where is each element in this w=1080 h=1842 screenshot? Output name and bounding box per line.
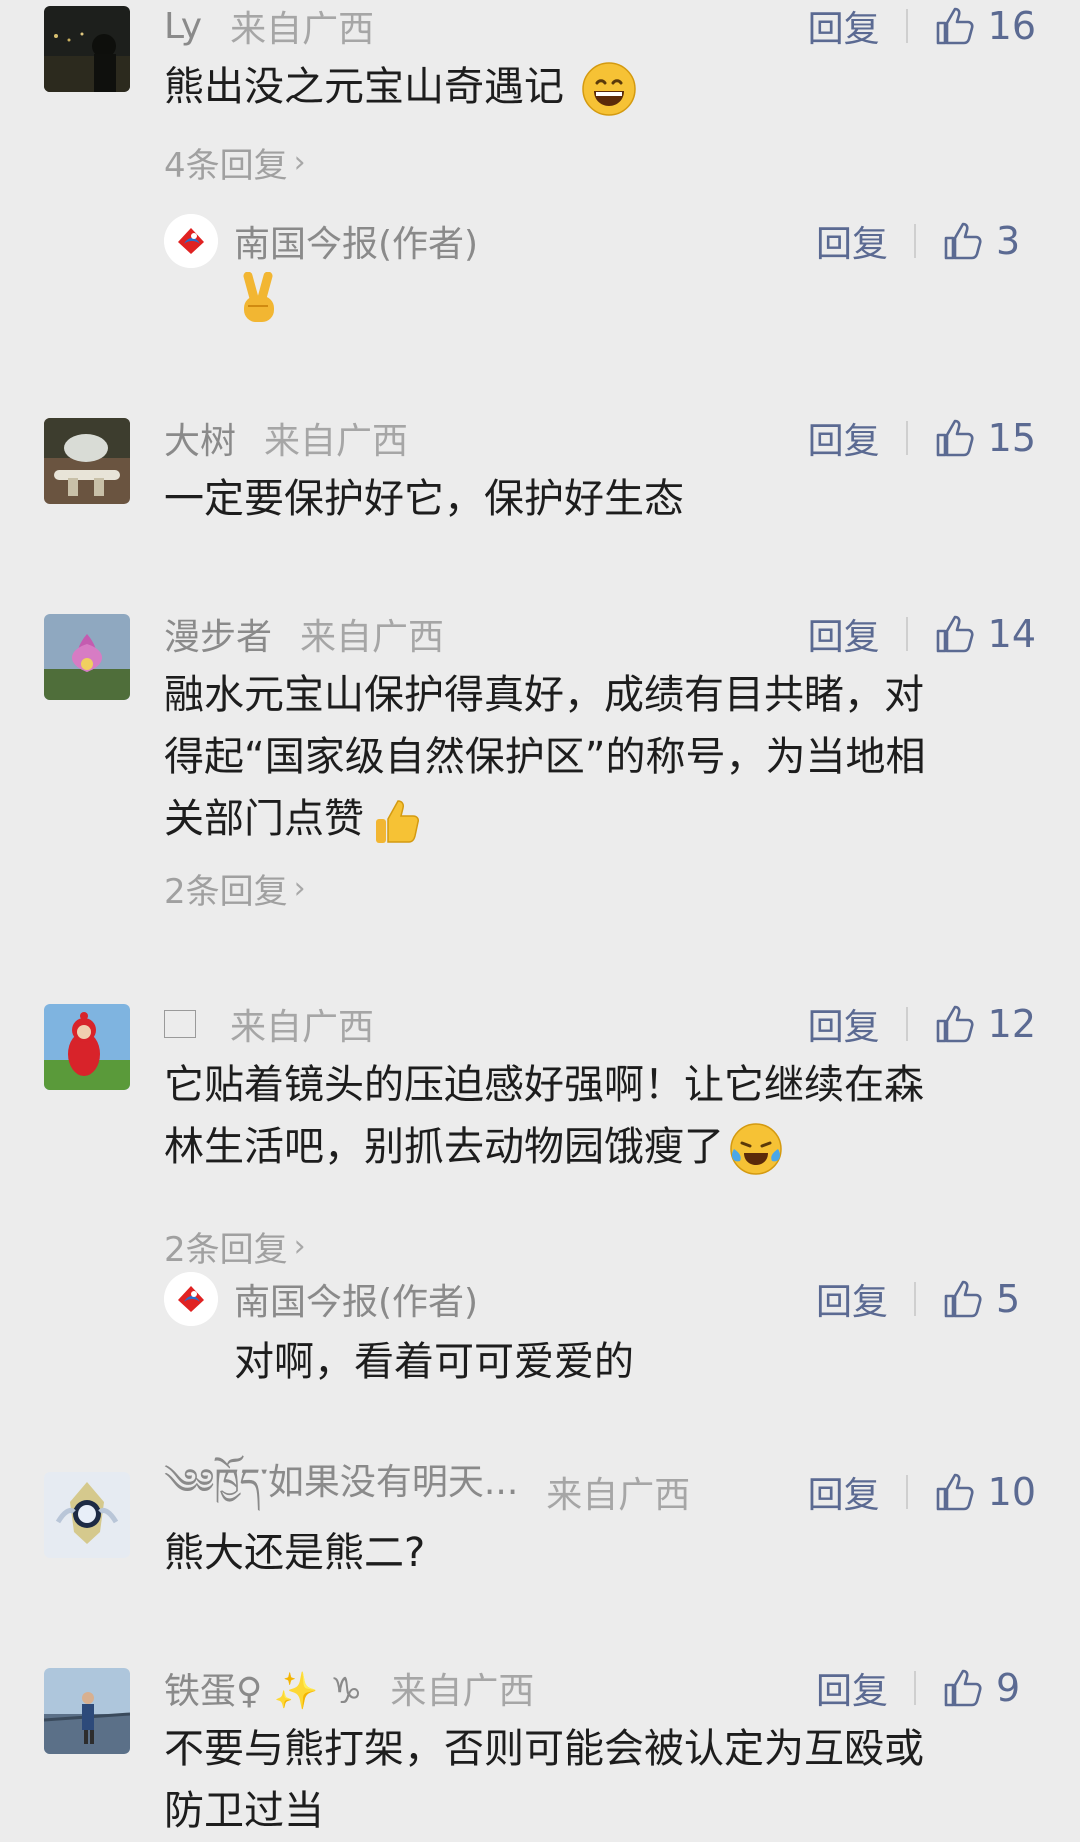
- thumbs-up-icon[interactable]: [942, 220, 984, 262]
- avatar[interactable]: [44, 1668, 130, 1754]
- thumbs-up-icon[interactable]: [934, 417, 976, 459]
- author-username[interactable]: 南国今报(作者): [234, 214, 478, 268]
- more-replies-link[interactable]: 2条回复 ›: [164, 864, 306, 913]
- author-avatar[interactable]: [164, 1272, 218, 1326]
- avatar[interactable]: [44, 1472, 130, 1558]
- chevron-right-icon: ›: [293, 145, 306, 180]
- location-label: 来自广西: [300, 617, 445, 658]
- divider: [914, 1282, 916, 1316]
- comment-text: 融水元宝山保护得真好，成绩有目共睹，对 得起“国家级自然保护区”的称号，为当地相…: [164, 664, 1034, 850]
- author-username[interactable]: 南国今报(作者): [234, 1272, 478, 1326]
- tears-of-joy-emoji-icon: [730, 1123, 782, 1175]
- thumbs-up-icon[interactable]: [934, 1471, 976, 1513]
- more-replies-link[interactable]: 4条回复 ›: [164, 138, 306, 187]
- username[interactable]: 大树: [164, 412, 236, 464]
- avatar[interactable]: [44, 1004, 130, 1090]
- thumbs-up-emoji-icon: [376, 800, 419, 843]
- reply-button[interactable]: 回复: [808, 0, 880, 52]
- like-count: 10: [987, 1470, 1036, 1514]
- reply-text: 对啊，看着可可爱爱的: [234, 1339, 634, 1385]
- comment-item: 漫步者 来自广西 回复 14 融水元宝山保护得真好，成绩有目共睹，对 得起“国家…: [0, 608, 1080, 918]
- divider: [914, 224, 916, 258]
- divider: [905, 1007, 908, 1041]
- reply-button[interactable]: 回复: [808, 412, 880, 464]
- like-count: 9: [996, 1666, 1021, 1710]
- comment-item: Ly 来自广西 回复 16 熊出没之元宝山奇遇记 4条回复 › 南国今报(作者) …: [0, 0, 1080, 330]
- divider: [914, 1671, 916, 1705]
- chevron-right-icon: ›: [293, 871, 306, 906]
- avatar[interactable]: [44, 614, 130, 700]
- like-count: 12: [987, 1002, 1036, 1046]
- reply-button[interactable]: 回复: [808, 608, 880, 660]
- thumbs-up-icon[interactable]: [934, 1003, 976, 1045]
- avatar[interactable]: [44, 418, 130, 504]
- location-label: 来自广西: [390, 1671, 535, 1712]
- reply-button[interactable]: 回复: [816, 1662, 888, 1714]
- username[interactable]: 铁蛋♀ ✨ ♑: [164, 1662, 362, 1714]
- comment-text: 它贴着镜头的压迫感好强啊！让它继续在森 林生活吧，别抓去动物园饿瘦了: [164, 1054, 1034, 1178]
- comment-text: 熊大还是熊二?: [164, 1530, 426, 1576]
- location-label: 来自广西: [546, 1475, 691, 1516]
- chevron-right-icon: ›: [293, 1229, 306, 1264]
- more-replies-link[interactable]: 2条回复 ›: [164, 1222, 306, 1271]
- location-label: 来自广西: [230, 9, 375, 50]
- location-label: 来自广西: [230, 1007, 375, 1048]
- comment-item: 来自广西 回复 12 它贴着镜头的压迫感好强啊！让它继续在森 林生活吧，别抓去动…: [0, 998, 1080, 1388]
- author-avatar[interactable]: [164, 214, 218, 268]
- like-count: 16: [987, 4, 1036, 48]
- author-reply: 南国今报(作者) 回复 3: [164, 214, 1036, 334]
- reply-button[interactable]: 回复: [808, 998, 880, 1050]
- thumbs-up-icon[interactable]: [934, 613, 976, 655]
- victory-hand-emoji-icon: [243, 272, 274, 322]
- reply-button[interactable]: 回复: [816, 1273, 888, 1325]
- thumbs-up-icon[interactable]: [942, 1667, 984, 1709]
- avatar[interactable]: [44, 6, 130, 92]
- divider: [905, 421, 908, 455]
- comment-text: 一定要保护好它，保护好生态: [164, 476, 684, 522]
- comment-item: ༄༅ཁྱོད་如果没有明天... 来自广西 回复 10 熊大还是熊二?: [0, 1462, 1080, 1596]
- author-reply: 南国今报(作者) 回复 5 对啊，看着可可爱爱的: [164, 1272, 1036, 1392]
- username[interactable]: 漫步者: [164, 608, 272, 660]
- like-count: 5: [996, 1277, 1021, 1321]
- comment-text: 熊出没之元宝山奇遇记: [164, 56, 1034, 118]
- divider: [905, 1475, 908, 1509]
- comment-text: 不要与熊打架，否则可能会被认定为互殴或 防卫过当: [164, 1726, 924, 1834]
- reply-button[interactable]: 回复: [808, 1466, 880, 1518]
- username[interactable]: [164, 1010, 196, 1038]
- comment-item: 大树 来自广西 回复 15 一定要保护好它，保护好生态: [0, 412, 1080, 542]
- username[interactable]: Ly: [164, 6, 202, 47]
- divider: [905, 617, 908, 651]
- grinning-emoji-icon: [581, 62, 636, 116]
- thumbs-up-icon[interactable]: [934, 5, 976, 47]
- divider: [905, 9, 908, 43]
- like-count: 3: [996, 219, 1021, 263]
- like-count: 15: [987, 416, 1036, 460]
- thumbs-up-icon[interactable]: [942, 1278, 984, 1320]
- reply-button[interactable]: 回复: [816, 215, 888, 267]
- comment-item: 铁蛋♀ ✨ ♑ 来自广西 回复 9 不要与熊打架，否则可能会被认定为互殴或 防卫…: [0, 1662, 1080, 1835]
- like-count: 14: [987, 612, 1036, 656]
- location-label: 来自广西: [264, 421, 409, 462]
